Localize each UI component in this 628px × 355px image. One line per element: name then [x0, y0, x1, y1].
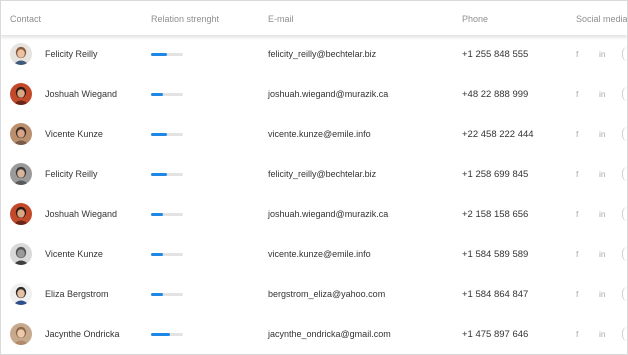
header-email[interactable]: E-mail — [268, 14, 294, 24]
avatar — [10, 203, 32, 225]
social-more-icon[interactable] — [622, 327, 627, 341]
contact-name[interactable]: Vicente Kunze — [45, 249, 103, 259]
facebook-icon[interactable]: f — [576, 169, 578, 179]
linkedin-icon[interactable]: in — [599, 169, 606, 179]
relation-strength-bar — [151, 293, 183, 296]
contact-name[interactable]: Vicente Kunze — [45, 129, 103, 139]
header-phone[interactable]: Phone — [462, 14, 488, 24]
avatar — [10, 283, 32, 305]
phone-number: +1 258 699 845 — [462, 169, 529, 180]
social-more-icon[interactable] — [622, 287, 627, 301]
table-row[interactable]: Vicente Kunze vicente.kunze@emile.info +1 … — [1, 235, 627, 276]
linkedin-icon[interactable]: in — [599, 329, 606, 339]
linkedin-icon[interactable]: in — [599, 89, 606, 99]
relation-strength-fill — [151, 133, 167, 136]
email-link[interactable]: vicente.kunze@emile.info — [268, 129, 371, 139]
phone-number: +2 158 158 656 — [462, 209, 529, 220]
social-more-icon[interactable] — [622, 247, 627, 261]
table-row[interactable]: Jacynthe Ondricka jacynthe_ondricka@gmail… — [1, 315, 627, 354]
linkedin-icon[interactable]: in — [599, 129, 606, 139]
social-more-icon[interactable] — [622, 167, 627, 181]
email-link[interactable]: bergstrom_eliza@yahoo.com — [268, 289, 385, 299]
contact-name[interactable]: Joshuah Wiegand — [45, 89, 117, 99]
linkedin-icon[interactable]: in — [599, 49, 606, 59]
facebook-icon[interactable]: f — [576, 129, 578, 139]
facebook-icon[interactable]: f — [576, 209, 578, 219]
linkedin-icon[interactable]: in — [599, 209, 606, 219]
table-row[interactable]: Felicity Reilly felicity_reilly@bechtelar… — [1, 155, 627, 196]
facebook-icon[interactable]: f — [576, 329, 578, 339]
phone-number: +1 475 897 646 — [462, 329, 529, 340]
contact-name[interactable]: Eliza Bergstrom — [45, 289, 109, 299]
relation-strength-fill — [151, 293, 164, 296]
email-link[interactable]: jacynthe_ondricka@gmail.com — [268, 329, 391, 339]
table-header: Contact Relation strenght E-mail Phone S… — [1, 1, 627, 36]
social-more-icon[interactable] — [622, 207, 627, 221]
table-row[interactable]: Joshuah Wiegand joshuah.wiegand@murazik.c… — [1, 75, 627, 116]
relation-strength-bar — [151, 253, 183, 256]
avatar — [10, 83, 32, 105]
relation-strength-fill — [151, 53, 167, 56]
contact-name[interactable]: Jacynthe Ondricka — [45, 329, 120, 339]
relation-strength-fill — [151, 333, 171, 336]
contact-name[interactable]: Felicity Reilly — [45, 49, 98, 59]
relation-strength-fill — [151, 253, 164, 256]
email-link[interactable]: joshuah.wiegand@murazik.ca — [268, 209, 388, 219]
email-link[interactable]: joshuah.wiegand@murazik.ca — [268, 89, 388, 99]
social-more-icon[interactable] — [622, 47, 627, 61]
table-row[interactable]: Vicente Kunze vicente.kunze@emile.info +22… — [1, 115, 627, 156]
facebook-icon[interactable]: f — [576, 89, 578, 99]
relation-strength-bar — [151, 333, 183, 336]
relation-strength-fill — [151, 173, 167, 176]
email-link[interactable]: felicity_reilly@bechtelar.biz — [268, 49, 376, 59]
email-link[interactable]: vicente.kunze@emile.info — [268, 249, 371, 259]
phone-number: +48 22 888 999 — [462, 89, 529, 100]
linkedin-icon[interactable]: in — [599, 249, 606, 259]
table-row[interactable]: Eliza Bergstrom bergstrom_eliza@yahoo.com… — [1, 275, 627, 316]
avatar — [10, 163, 32, 185]
linkedin-icon[interactable]: in — [599, 289, 606, 299]
header-contact[interactable]: Contact — [10, 14, 41, 24]
phone-number: +1 584 864 847 — [462, 289, 529, 300]
contacts-table: Contact Relation strenght E-mail Phone S… — [0, 0, 628, 355]
relation-strength-bar — [151, 133, 183, 136]
header-relation-strength[interactable]: Relation strenght — [151, 14, 219, 24]
facebook-icon[interactable]: f — [576, 289, 578, 299]
table-row[interactable]: Felicity Reilly felicity_reilly@bechtelar… — [1, 35, 627, 76]
contact-name[interactable]: Joshuah Wiegand — [45, 209, 117, 219]
facebook-icon[interactable]: f — [576, 249, 578, 259]
social-more-icon[interactable] — [622, 127, 627, 141]
email-link[interactable]: felicity_reilly@bechtelar.biz — [268, 169, 376, 179]
contact-name[interactable]: Felicity Reilly — [45, 169, 98, 179]
avatar — [10, 123, 32, 145]
relation-strength-bar — [151, 53, 183, 56]
phone-number: +22 458 222 444 — [462, 129, 534, 140]
relation-strength-fill — [151, 93, 164, 96]
facebook-icon[interactable]: f — [576, 49, 578, 59]
phone-number: +1 584 589 589 — [462, 249, 529, 260]
avatar — [10, 43, 32, 65]
header-social-media[interactable]: Social media — [576, 14, 627, 24]
relation-strength-fill — [151, 213, 164, 216]
avatar — [10, 323, 32, 345]
relation-strength-bar — [151, 213, 183, 216]
avatar — [10, 243, 32, 265]
relation-strength-bar — [151, 93, 183, 96]
relation-strength-bar — [151, 173, 183, 176]
social-more-icon[interactable] — [622, 87, 627, 101]
table-row[interactable]: Joshuah Wiegand joshuah.wiegand@murazik.c… — [1, 195, 627, 236]
phone-number: +1 255 848 555 — [462, 49, 529, 60]
